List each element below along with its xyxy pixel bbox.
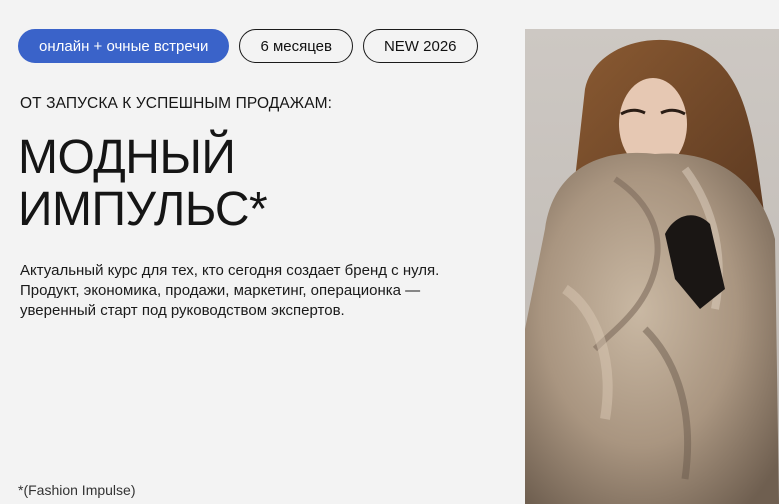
description-line-2: Продукт, экономика, продажи, маркетинг, …	[20, 282, 421, 299]
title-line-1: МОДНЫЙ	[18, 131, 236, 184]
description-line-3: уверенный старт под руководством эксперт…	[20, 302, 345, 319]
tag-format[interactable]: онлайн + очные встречи	[18, 29, 230, 63]
description-line-1: Актуальный курс для тех, кто сегодня соз…	[20, 262, 440, 279]
footnote: *(Fashion Impulse)	[18, 482, 136, 498]
hero-photo-illustration	[525, 29, 779, 504]
title-line-2: ИМПУЛЬС*	[18, 183, 268, 236]
hero-photo	[525, 29, 779, 504]
tag-duration[interactable]: 6 месяцев	[239, 29, 353, 63]
page-title: МОДНЫЙ ИМПУЛЬС*	[18, 131, 268, 236]
eyebrow-text: ОТ ЗАПУСКА К УСПЕШНЫМ ПРОДАЖАМ:	[20, 95, 333, 112]
course-description: Актуальный курс для тех, кто сегодня соз…	[20, 261, 490, 321]
tag-list: онлайн + очные встречи 6 месяцев NEW 202…	[18, 29, 478, 63]
tag-new[interactable]: NEW 2026	[362, 29, 478, 63]
